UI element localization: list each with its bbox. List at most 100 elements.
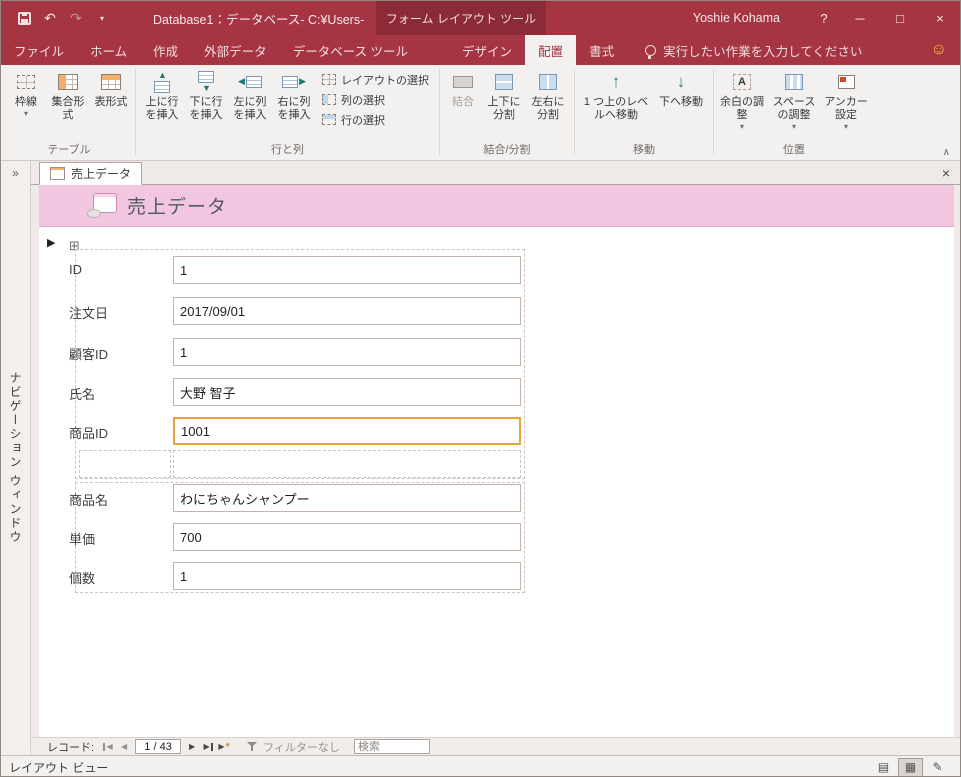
gridlines-button[interactable]: 枠線 ▾ bbox=[7, 66, 45, 143]
tab-design[interactable]: デザイン bbox=[449, 35, 525, 65]
tab-external-data[interactable]: 外部データ bbox=[191, 35, 280, 65]
form-view-button[interactable]: ▤ bbox=[871, 758, 896, 777]
account-user-name[interactable]: Yoshie Kohama bbox=[693, 11, 780, 25]
insert-below-button[interactable]: ▼ 下に行を挿入 bbox=[184, 66, 228, 143]
empty-layout-cell-control[interactable] bbox=[173, 450, 521, 478]
undo-button[interactable]: ↶ bbox=[37, 4, 63, 32]
new-record-star-icon: * bbox=[225, 740, 230, 753]
anchoring-icon bbox=[837, 75, 855, 89]
stacked-layout-button[interactable]: 集合形式 bbox=[45, 66, 91, 143]
insert-above-button[interactable]: ▲ 上に行を挿入 bbox=[140, 66, 184, 143]
split-cell bbox=[496, 75, 512, 83]
field-row-unit-price: 単価 700 bbox=[39, 523, 954, 551]
redo-button[interactable]: ↷ bbox=[63, 4, 89, 32]
margins-icon-wrap: A bbox=[733, 70, 751, 94]
close-button[interactable]: × bbox=[920, 1, 960, 35]
design-view-button[interactable]: ✎ bbox=[925, 758, 950, 777]
split-horizontal-button[interactable]: 左右に分割 bbox=[526, 66, 570, 143]
record-position-box[interactable]: 1 / 43 bbox=[135, 739, 182, 754]
split-vertical-icon bbox=[495, 74, 513, 90]
field-input-customer-id[interactable]: 1 bbox=[173, 338, 521, 366]
gridlines-label: 枠線 bbox=[15, 96, 37, 108]
move-down-button[interactable]: ↓ 下へ移動 bbox=[653, 66, 709, 143]
move-group-label: 移動 bbox=[633, 144, 655, 156]
form-layout-view: 売上データ ▶ ⊞ ID 1 注文日 2017/09/01 顧客ID 1 氏名 … bbox=[39, 185, 954, 737]
field-input-name[interactable]: 大野 智子 bbox=[173, 378, 521, 406]
bar-icon bbox=[210, 742, 213, 751]
tab-database-tools[interactable]: データベース ツール bbox=[280, 35, 421, 65]
tab-create[interactable]: 作成 bbox=[140, 35, 191, 65]
first-record-button[interactable]: ◀ bbox=[100, 739, 116, 754]
layout-view-button[interactable]: ▦ bbox=[898, 757, 923, 776]
field-label-product-name[interactable]: 商品名 bbox=[69, 490, 108, 509]
ribbon-group-rows-columns: ▲ 上に行を挿入 ▼ 下に行を挿入 ◀ 左に列を挿入 ▶ 右に列を挿入 レイアウ… bbox=[137, 65, 438, 160]
field-value-product-name: わにちゃんシャンプー bbox=[180, 491, 310, 507]
field-input-order-date[interactable]: 2017/09/01 bbox=[173, 297, 521, 325]
field-label-product-id[interactable]: 商品ID bbox=[69, 423, 108, 442]
rows-cols-group-label: 行と列 bbox=[271, 144, 304, 156]
move-up-button[interactable]: ↑ 1 つ上のレベルへ移動 bbox=[579, 66, 653, 143]
tabular-layout-button[interactable]: 表形式 bbox=[91, 66, 131, 143]
rows-cols-buttons: ▲ 上に行を挿入 ▼ 下に行を挿入 ◀ 左に列を挿入 ▶ 右に列を挿入 レイアウ… bbox=[140, 66, 435, 143]
field-label-order-date[interactable]: 注文日 bbox=[69, 303, 108, 322]
field-input-id[interactable]: 1 bbox=[173, 256, 521, 284]
record-search-input[interactable] bbox=[353, 739, 430, 754]
tab-file[interactable]: ファイル bbox=[1, 35, 77, 65]
empty-layout-cell-label[interactable] bbox=[79, 450, 171, 478]
control-margins-button[interactable]: A 余白の調整 ▾ bbox=[718, 66, 766, 143]
tab-home[interactable]: ホーム bbox=[77, 35, 140, 65]
ribbon-tab-row: ファイル ホーム 作成 外部データ データベース ツール デザイン 配置 書式 … bbox=[1, 35, 960, 65]
field-label-customer-id[interactable]: 顧客ID bbox=[69, 344, 108, 363]
maximize-button[interactable]: □ bbox=[880, 1, 920, 35]
tab-format[interactable]: 書式 bbox=[576, 35, 627, 65]
filter-indicator[interactable]: フィルターなし bbox=[246, 739, 340, 755]
field-input-product-name[interactable]: わにちゃんシャンプー bbox=[173, 484, 521, 512]
minimize-button[interactable]: ─ bbox=[840, 1, 880, 35]
merge-split-group-label: 結合/分割 bbox=[483, 144, 531, 156]
feedback-smiley-button[interactable]: ☺ bbox=[931, 35, 960, 65]
select-layout-button[interactable]: レイアウトの選択 bbox=[318, 70, 433, 89]
customize-qat-button[interactable]: ▾ bbox=[89, 4, 115, 32]
filter-funnel-icon bbox=[246, 741, 258, 752]
access-window: ↶ ↷ ▾ Database1：データベース- C:¥Users- フォーム レ… bbox=[0, 0, 961, 777]
field-input-unit-price[interactable]: 700 bbox=[173, 523, 521, 551]
next-record-icon: ▶ bbox=[188, 742, 196, 751]
insert-left-button[interactable]: ◀ 左に列を挿入 bbox=[228, 66, 272, 143]
layout-view-icon: ▦ bbox=[904, 760, 917, 774]
next-record-button[interactable]: ▶ bbox=[184, 739, 200, 754]
select-row-button[interactable]: 行の選択 bbox=[318, 110, 433, 129]
merge-button[interactable]: 結合 bbox=[444, 66, 482, 143]
field-row-product-id: 商品ID 1001 bbox=[39, 417, 954, 445]
expand-nav-pane-icon[interactable]: » bbox=[1, 166, 30, 180]
form-icon bbox=[87, 193, 117, 218]
field-label-id[interactable]: ID bbox=[69, 262, 82, 277]
anchoring-button[interactable]: アンカー設定 ▾ bbox=[822, 66, 870, 143]
field-label-unit-price[interactable]: 単価 bbox=[69, 529, 95, 548]
save-button[interactable] bbox=[11, 4, 37, 32]
close-document-button[interactable]: × bbox=[942, 166, 950, 180]
collapse-ribbon-button[interactable]: ∧ bbox=[943, 147, 950, 158]
chevron-down-icon: ▾ bbox=[739, 122, 744, 131]
split-cell bbox=[496, 83, 512, 89]
navigation-pane-collapsed[interactable]: » ナビゲーション ウィンドウ bbox=[1, 161, 31, 755]
select-column-button[interactable]: 列の選択 bbox=[318, 90, 433, 109]
tell-me-box[interactable]: 実行したい作業を入力してください bbox=[645, 35, 862, 65]
field-input-product-id-selected[interactable]: 1001 bbox=[173, 417, 521, 445]
new-record-button[interactable]: ▶ * bbox=[216, 739, 232, 754]
control-padding-button[interactable]: スペースの調整 ▾ bbox=[766, 66, 822, 143]
help-button[interactable]: ? bbox=[808, 1, 840, 35]
field-input-quantity[interactable]: 1 bbox=[173, 562, 521, 590]
form-icon-base bbox=[87, 209, 101, 218]
record-selector-icon[interactable]: ▶ bbox=[47, 236, 55, 249]
split-vertical-button[interactable]: 上下に分割 bbox=[482, 66, 526, 143]
tab-arrange[interactable]: 配置 bbox=[525, 35, 577, 65]
field-label-name[interactable]: 氏名 bbox=[69, 384, 95, 403]
previous-record-button[interactable]: ◀ bbox=[116, 739, 132, 754]
last-record-button[interactable]: ▶ bbox=[200, 739, 216, 754]
quick-access-toolbar: ↶ ↷ ▾ bbox=[1, 4, 115, 32]
document-tab-sales-data[interactable]: 売上データ bbox=[39, 162, 143, 185]
form-header: 売上データ bbox=[39, 185, 954, 227]
insert-right-button[interactable]: ▶ 右に列を挿入 bbox=[272, 66, 316, 143]
field-value-product-id: 1001 bbox=[181, 423, 210, 439]
field-label-quantity[interactable]: 個数 bbox=[69, 568, 95, 587]
